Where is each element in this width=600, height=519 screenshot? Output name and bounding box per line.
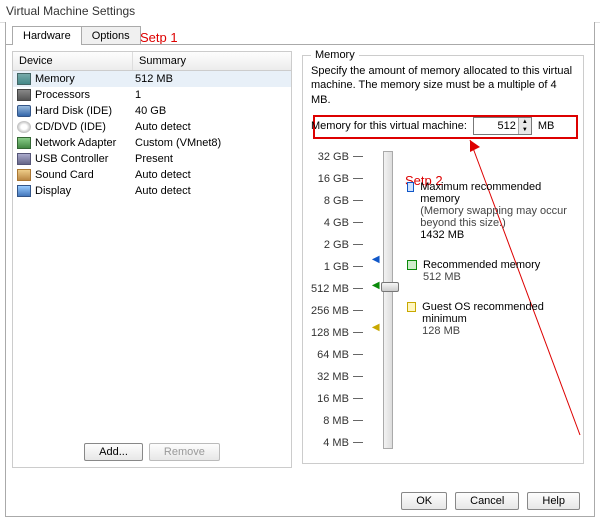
legend-max-value: 1432 MB	[420, 229, 575, 241]
help-button[interactable]: Help	[527, 492, 580, 510]
device-row-sound-card[interactable]: Sound Card Auto detect	[13, 167, 291, 183]
device-row-usb-controller[interactable]: USB Controller Present	[13, 151, 291, 167]
memory-description: Specify the amount of memory allocated t…	[311, 64, 575, 107]
legend-recommended: Recommended memory 512 MB	[407, 259, 575, 283]
scale-tick: 4 MB	[323, 437, 363, 449]
tab-hardware[interactable]: Hardware	[12, 26, 82, 45]
device-row-cd-dvd-ide-[interactable]: CD/DVD (IDE) Auto detect	[13, 119, 291, 135]
scale-tick: 16 GB	[318, 173, 363, 185]
device-summary: 512 MB	[135, 73, 287, 85]
tab-strip: Hardware Options	[12, 26, 588, 45]
column-device[interactable]: Device	[13, 52, 133, 70]
scale-tick: 128 MB	[311, 327, 363, 339]
memory-groupbox: Memory Specify the amount of memory allo…	[302, 55, 584, 464]
memory-group-title: Memory	[311, 49, 359, 61]
device-summary: Auto detect	[135, 169, 287, 181]
square-blue-icon	[407, 182, 414, 192]
legend-rec-label: Recommended memory	[423, 259, 540, 271]
icon-cd-icon	[17, 121, 31, 133]
device-summary: 40 GB	[135, 105, 287, 117]
device-row-memory[interactable]: Memory 512 MB	[13, 71, 291, 87]
remove-button: Remove	[149, 443, 220, 461]
marker-recommended-icon: ◀	[372, 280, 380, 291]
scale-tick: 256 MB	[311, 305, 363, 317]
device-row-processors[interactable]: Processors 1	[13, 87, 291, 103]
memory-input-label: Memory for this virtual machine:	[311, 120, 467, 132]
device-name: Hard Disk (IDE)	[35, 105, 135, 117]
scale-tick: 8 MB	[323, 415, 363, 427]
ok-button[interactable]: OK	[401, 492, 447, 510]
settings-dialog: Hardware Options Device Summary Memory 5…	[5, 22, 595, 517]
scale-tick: 1 GB	[324, 261, 363, 273]
legend-max-label: Maximum recommended memory	[420, 181, 575, 205]
device-name: Network Adapter	[35, 137, 135, 149]
device-name: Sound Card	[35, 169, 135, 181]
memory-legend: Maximum recommended memory (Memory swapp…	[407, 151, 575, 449]
device-summary: 1	[135, 89, 287, 101]
slider-thumb[interactable]	[381, 282, 399, 292]
device-name: USB Controller	[35, 153, 135, 165]
cancel-button[interactable]: Cancel	[455, 492, 519, 510]
memory-unit: MB	[538, 120, 555, 132]
device-name: Memory	[35, 73, 135, 85]
scale-tick: 2 GB	[324, 239, 363, 251]
device-list[interactable]: Memory 512 MB Processors 1 Hard Disk (ID…	[13, 71, 291, 437]
column-summary[interactable]: Summary	[133, 52, 291, 70]
device-summary: Custom (VMnet8)	[135, 137, 287, 149]
device-row-display[interactable]: Display Auto detect	[13, 183, 291, 199]
icon-cpu-icon	[17, 89, 31, 101]
legend-rec-value: 512 MB	[423, 271, 540, 283]
marker-min-icon: ◀	[372, 322, 380, 333]
marker-max-icon: ◀	[372, 254, 380, 265]
memory-scale: 32 GB 16 GB 8 GB 4 GB 2 GB 1 GB 512 MB 256 MB 12…	[311, 151, 369, 449]
scale-tick: 32 GB	[318, 151, 363, 163]
icon-disp-icon	[17, 185, 31, 197]
annotation-step1: Setp 1	[140, 30, 178, 45]
device-summary: Present	[135, 153, 287, 165]
legend-max: Maximum recommended memory (Memory swapp…	[407, 181, 575, 241]
scale-tick: 32 MB	[317, 371, 363, 383]
icon-snd-icon	[17, 169, 31, 181]
legend-max-note: (Memory swapping may occur beyond this s…	[420, 205, 575, 229]
memory-spinner[interactable]: ▲ ▼	[473, 117, 532, 135]
memory-input[interactable]	[474, 118, 518, 134]
icon-mem-icon	[17, 73, 31, 85]
window-title: Virtual Machine Settings	[0, 0, 600, 23]
device-summary: Auto detect	[135, 185, 287, 197]
icon-usb-icon	[17, 153, 31, 165]
scale-tick: 8 GB	[324, 195, 363, 207]
scale-tick: 16 MB	[317, 393, 363, 405]
memory-slider[interactable]: ◀ ◀ ◀	[383, 151, 393, 449]
scale-tick: 512 MB	[311, 283, 363, 295]
device-name: CD/DVD (IDE)	[35, 121, 135, 133]
device-row-network-adapter[interactable]: Network Adapter Custom (VMnet8)	[13, 135, 291, 151]
tab-options[interactable]: Options	[81, 26, 141, 45]
square-green-icon	[407, 260, 417, 270]
spinner-up-icon[interactable]: ▲	[519, 118, 531, 126]
device-name: Display	[35, 185, 135, 197]
legend-min: Guest OS recommended minimum 128 MB	[407, 301, 575, 337]
square-yellow-icon	[407, 302, 416, 312]
device-name: Processors	[35, 89, 135, 101]
scale-tick: 64 MB	[317, 349, 363, 361]
icon-net-icon	[17, 137, 31, 149]
add-button[interactable]: Add...	[84, 443, 143, 461]
device-summary: Auto detect	[135, 121, 287, 133]
spinner-down-icon[interactable]: ▼	[519, 126, 531, 134]
legend-min-label: Guest OS recommended minimum	[422, 301, 575, 325]
device-list-header: Device Summary	[13, 52, 291, 71]
device-row-hard-disk-ide-[interactable]: Hard Disk (IDE) 40 GB	[13, 103, 291, 119]
icon-hdd-icon	[17, 105, 31, 117]
device-list-panel: Device Summary Memory 512 MB Processors …	[12, 51, 292, 468]
legend-min-value: 128 MB	[422, 325, 575, 337]
scale-tick: 4 GB	[324, 217, 363, 229]
